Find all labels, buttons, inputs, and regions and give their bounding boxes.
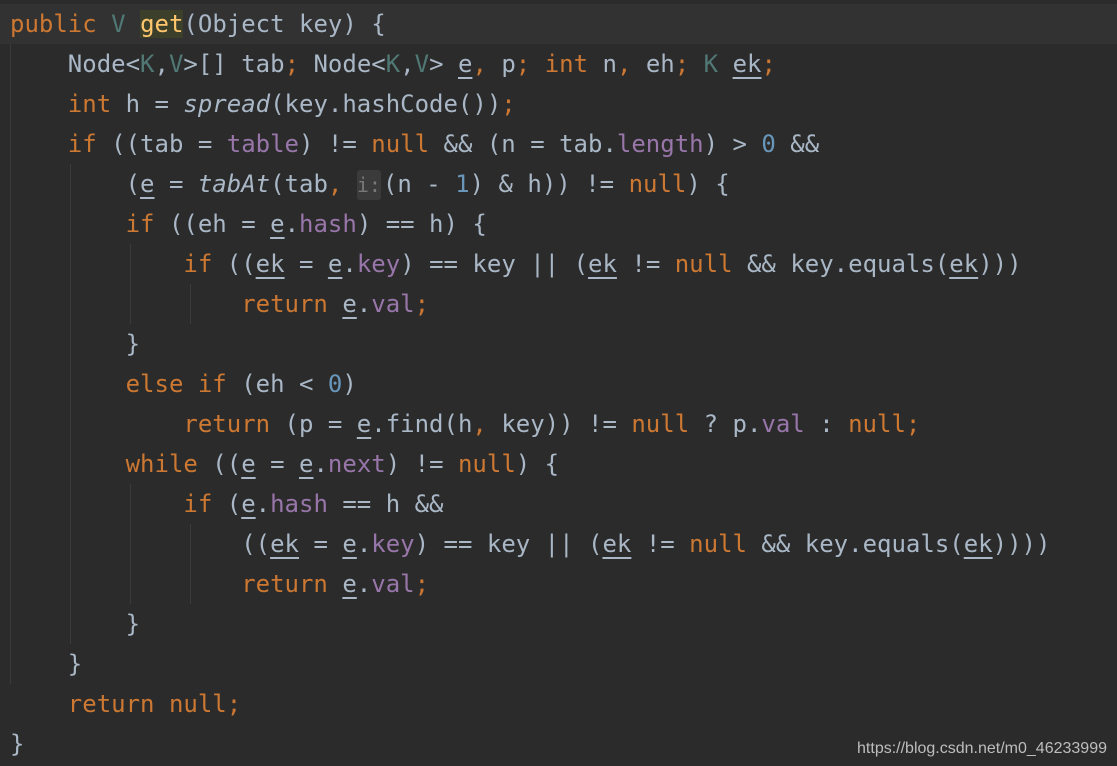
code-line-2[interactable]: Node<K,V>[] tab; Node<K,V> e, p; int n, … [10,44,1050,84]
code-line-14[interactable]: ((ek = e.key) == key || (ek != null && k… [10,524,1050,564]
code-block: public V get(Object key) { Node<K,V>[] t… [10,4,1050,764]
code-line-10[interactable]: else if (eh < 0) [10,364,1050,404]
code-line-9[interactable]: } [10,324,1050,364]
code-line-8[interactable]: return e.val; [10,284,1050,324]
code-line-5[interactable]: (e = tabAt(tab, i:(n - 1) & h)) != null)… [10,164,1050,204]
code-line-16[interactable]: } [10,604,1050,644]
code-line-6[interactable]: if ((eh = e.hash) == h) { [10,204,1050,244]
code-line-7[interactable]: if ((ek = e.key) == key || (ek != null &… [10,244,1050,284]
code-editor[interactable]: public V get(Object key) { Node<K,V>[] t… [0,0,1117,766]
watermark-text: https://blog.csdn.net/m0_46233999 [857,740,1107,757]
code-line-13[interactable]: if (e.hash == h && [10,484,1050,524]
code-line-15[interactable]: return e.val; [10,564,1050,604]
code-line-12[interactable]: while ((e = e.next) != null) { [10,444,1050,484]
code-line-1[interactable]: public V get(Object key) { [10,4,1050,44]
parameter-hint: i: [356,170,381,200]
code-line-17[interactable]: } [10,644,1050,684]
code-line-3[interactable]: int h = spread(key.hashCode()); [10,84,1050,124]
code-line-4[interactable]: if ((tab = table) != null && (n = tab.le… [10,124,1050,164]
code-line-11[interactable]: return (p = e.find(h, key)) != null ? p.… [10,404,1050,444]
code-line-18[interactable]: return null; [10,684,1050,724]
